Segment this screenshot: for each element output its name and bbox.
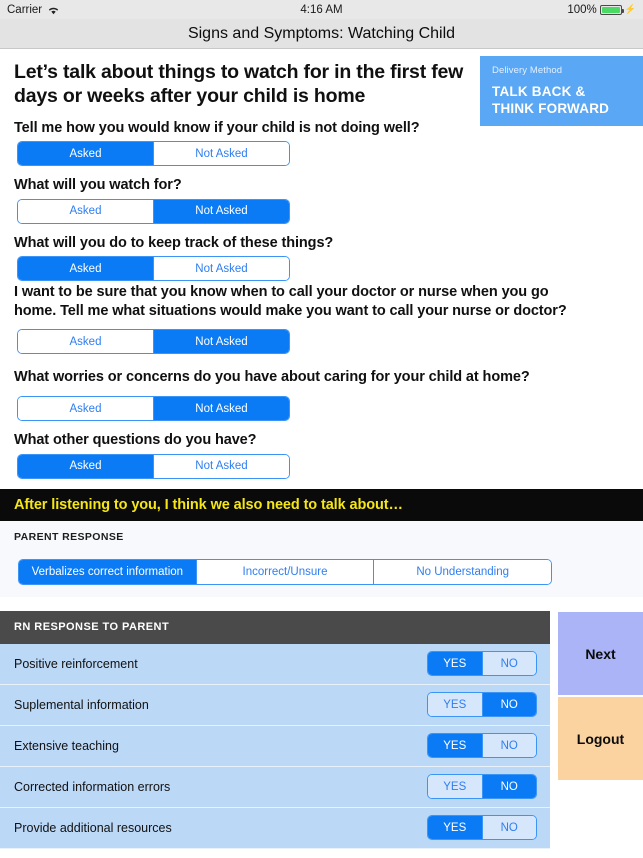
next-button[interactable]: Next <box>558 612 643 695</box>
question-label-6: What other questions do you have? <box>14 432 257 449</box>
rn-row-label-2: Suplemental information <box>14 697 149 712</box>
question-6-option-not-asked[interactable]: Not Asked <box>154 454 289 478</box>
talk-about-banner: After listening to you, I think we also … <box>0 488 643 521</box>
question-segmented-control-2[interactable]: Asked Not Asked <box>17 198 290 224</box>
rn-row-label-5: Provide additional resources <box>14 820 172 835</box>
question-2-option-not-asked[interactable]: Not Asked <box>154 199 289 223</box>
delivery-method-value-line2: THINK FORWARD <box>492 101 610 117</box>
parent-response-section: PARENT RESPONSE Verbalizes correct infor… <box>0 520 643 597</box>
rn-row-2-yes-no-control[interactable]: YES NO <box>427 692 537 718</box>
table-row: Extensive teaching YES NO <box>0 725 550 767</box>
table-row: Positive reinforcement YES NO <box>0 643 550 685</box>
question-label-4: I want to be sure that you know when to … <box>14 284 567 319</box>
question-segmented-control-3[interactable]: Asked Not Asked <box>17 256 290 282</box>
talk-about-banner-text: After listening to you, I think we also … <box>14 496 403 513</box>
delivery-method-value: TALK BACK & THINK FORWARD <box>492 83 631 118</box>
rn-row-1-option-no[interactable]: NO <box>482 652 536 676</box>
question-1-option-asked[interactable]: Asked <box>18 142 154 166</box>
question-label-5: What worries or concerns do you have abo… <box>14 369 530 386</box>
rn-row-2-option-no[interactable]: NO <box>482 693 536 717</box>
rn-row-4-option-no[interactable]: NO <box>482 775 536 799</box>
status-bar-time: 4:16 AM <box>300 3 343 16</box>
content-area: Let’s talk about things to watch for in … <box>0 50 643 849</box>
rn-row-5-option-no[interactable]: NO <box>482 816 536 840</box>
question-5-option-not-asked[interactable]: Not Asked <box>154 397 289 421</box>
question-1-option-not-asked[interactable]: Not Asked <box>154 142 289 166</box>
rn-row-3-option-yes[interactable]: YES <box>428 734 483 758</box>
parent-response-option-incorrect-unsure[interactable]: Incorrect/Unsure <box>196 559 375 584</box>
parent-response-option-verbalizes-correct[interactable]: Verbalizes correct information <box>19 559 197 584</box>
question-label-3: What will you do to keep track of these … <box>14 234 334 251</box>
battery-full-icon <box>599 4 624 15</box>
question-segmented-control-5[interactable]: Asked Not Asked <box>17 396 290 422</box>
rn-response-table: RN RESPONSE TO PARENT Positive reinforce… <box>0 610 550 849</box>
rn-response-table-header: RN RESPONSE TO PARENT <box>0 610 550 644</box>
side-button-group: Next Logout <box>558 612 643 780</box>
question-segmented-control-1[interactable]: Asked Not Asked <box>17 141 290 167</box>
headline: Let’s talk about things to watch for in … <box>14 61 464 108</box>
parent-response-option-no-understanding[interactable]: No Understanding <box>374 559 551 584</box>
logout-button[interactable]: Logout <box>558 697 643 780</box>
question-4-option-not-asked[interactable]: Not Asked <box>154 330 289 354</box>
question-4-option-asked[interactable]: Asked <box>18 330 154 354</box>
lightning-bolt-icon: ⚡ <box>624 4 636 14</box>
delivery-method-value-line1: TALK BACK & <box>492 84 586 99</box>
delivery-method-label: Delivery Method <box>492 65 563 76</box>
parent-response-segmented-control[interactable]: Verbalizes correct information Incorrect… <box>18 558 552 585</box>
rn-row-3-option-no[interactable]: NO <box>482 734 536 758</box>
page-title: Signs and Symptoms: Watching Child <box>187 24 456 42</box>
rn-row-4-option-yes[interactable]: YES <box>428 775 483 799</box>
rn-row-2-option-yes[interactable]: YES <box>428 693 483 717</box>
table-row: Provide additional resources YES NO <box>0 807 550 849</box>
delivery-method-badge: Delivery Method TALK BACK & THINK FORWAR… <box>480 56 643 126</box>
question-segmented-control-4[interactable]: Asked Not Asked <box>17 329 290 355</box>
rn-row-1-yes-no-control[interactable]: YES NO <box>427 651 537 677</box>
question-3-option-not-asked[interactable]: Not Asked <box>154 257 289 281</box>
rn-row-5-yes-no-control[interactable]: YES NO <box>427 815 537 841</box>
question-5-option-asked[interactable]: Asked <box>18 397 154 421</box>
parent-response-label: PARENT RESPONSE <box>14 530 124 543</box>
question-6-option-asked[interactable]: Asked <box>18 454 154 478</box>
table-row: Suplemental information YES NO <box>0 684 550 726</box>
rn-row-3-yes-no-control[interactable]: YES NO <box>427 733 537 759</box>
table-row: Corrected information errors YES NO <box>0 766 550 808</box>
question-label-1: Tell me how you would know if your child… <box>14 119 420 136</box>
question-label-2: What will you watch for? <box>14 177 182 194</box>
question-2-option-asked[interactable]: Asked <box>18 199 154 223</box>
rn-row-label-3: Extensive teaching <box>14 738 119 753</box>
rn-row-4-yes-no-control[interactable]: YES NO <box>427 774 537 800</box>
rn-row-label-4: Corrected information errors <box>14 779 171 794</box>
status-bar-right: 100% ⚡ <box>567 4 636 16</box>
question-3-option-asked[interactable]: Asked <box>18 257 154 281</box>
rn-row-5-option-yes[interactable]: YES <box>428 816 483 840</box>
rn-row-1-option-yes[interactable]: YES <box>428 652 483 676</box>
question-segmented-control-6[interactable]: Asked Not Asked <box>17 453 290 479</box>
status-bar: Carrier 4:16 AM 100% ⚡ <box>0 0 643 19</box>
navigation-bar: Signs and Symptoms: Watching Child <box>0 19 643 49</box>
battery-percent-label: 100% <box>567 3 597 16</box>
app-screen: Carrier 4:16 AM 100% ⚡ Signs and Symptom… <box>0 0 643 858</box>
rn-row-label-1: Positive reinforcement <box>14 656 138 671</box>
